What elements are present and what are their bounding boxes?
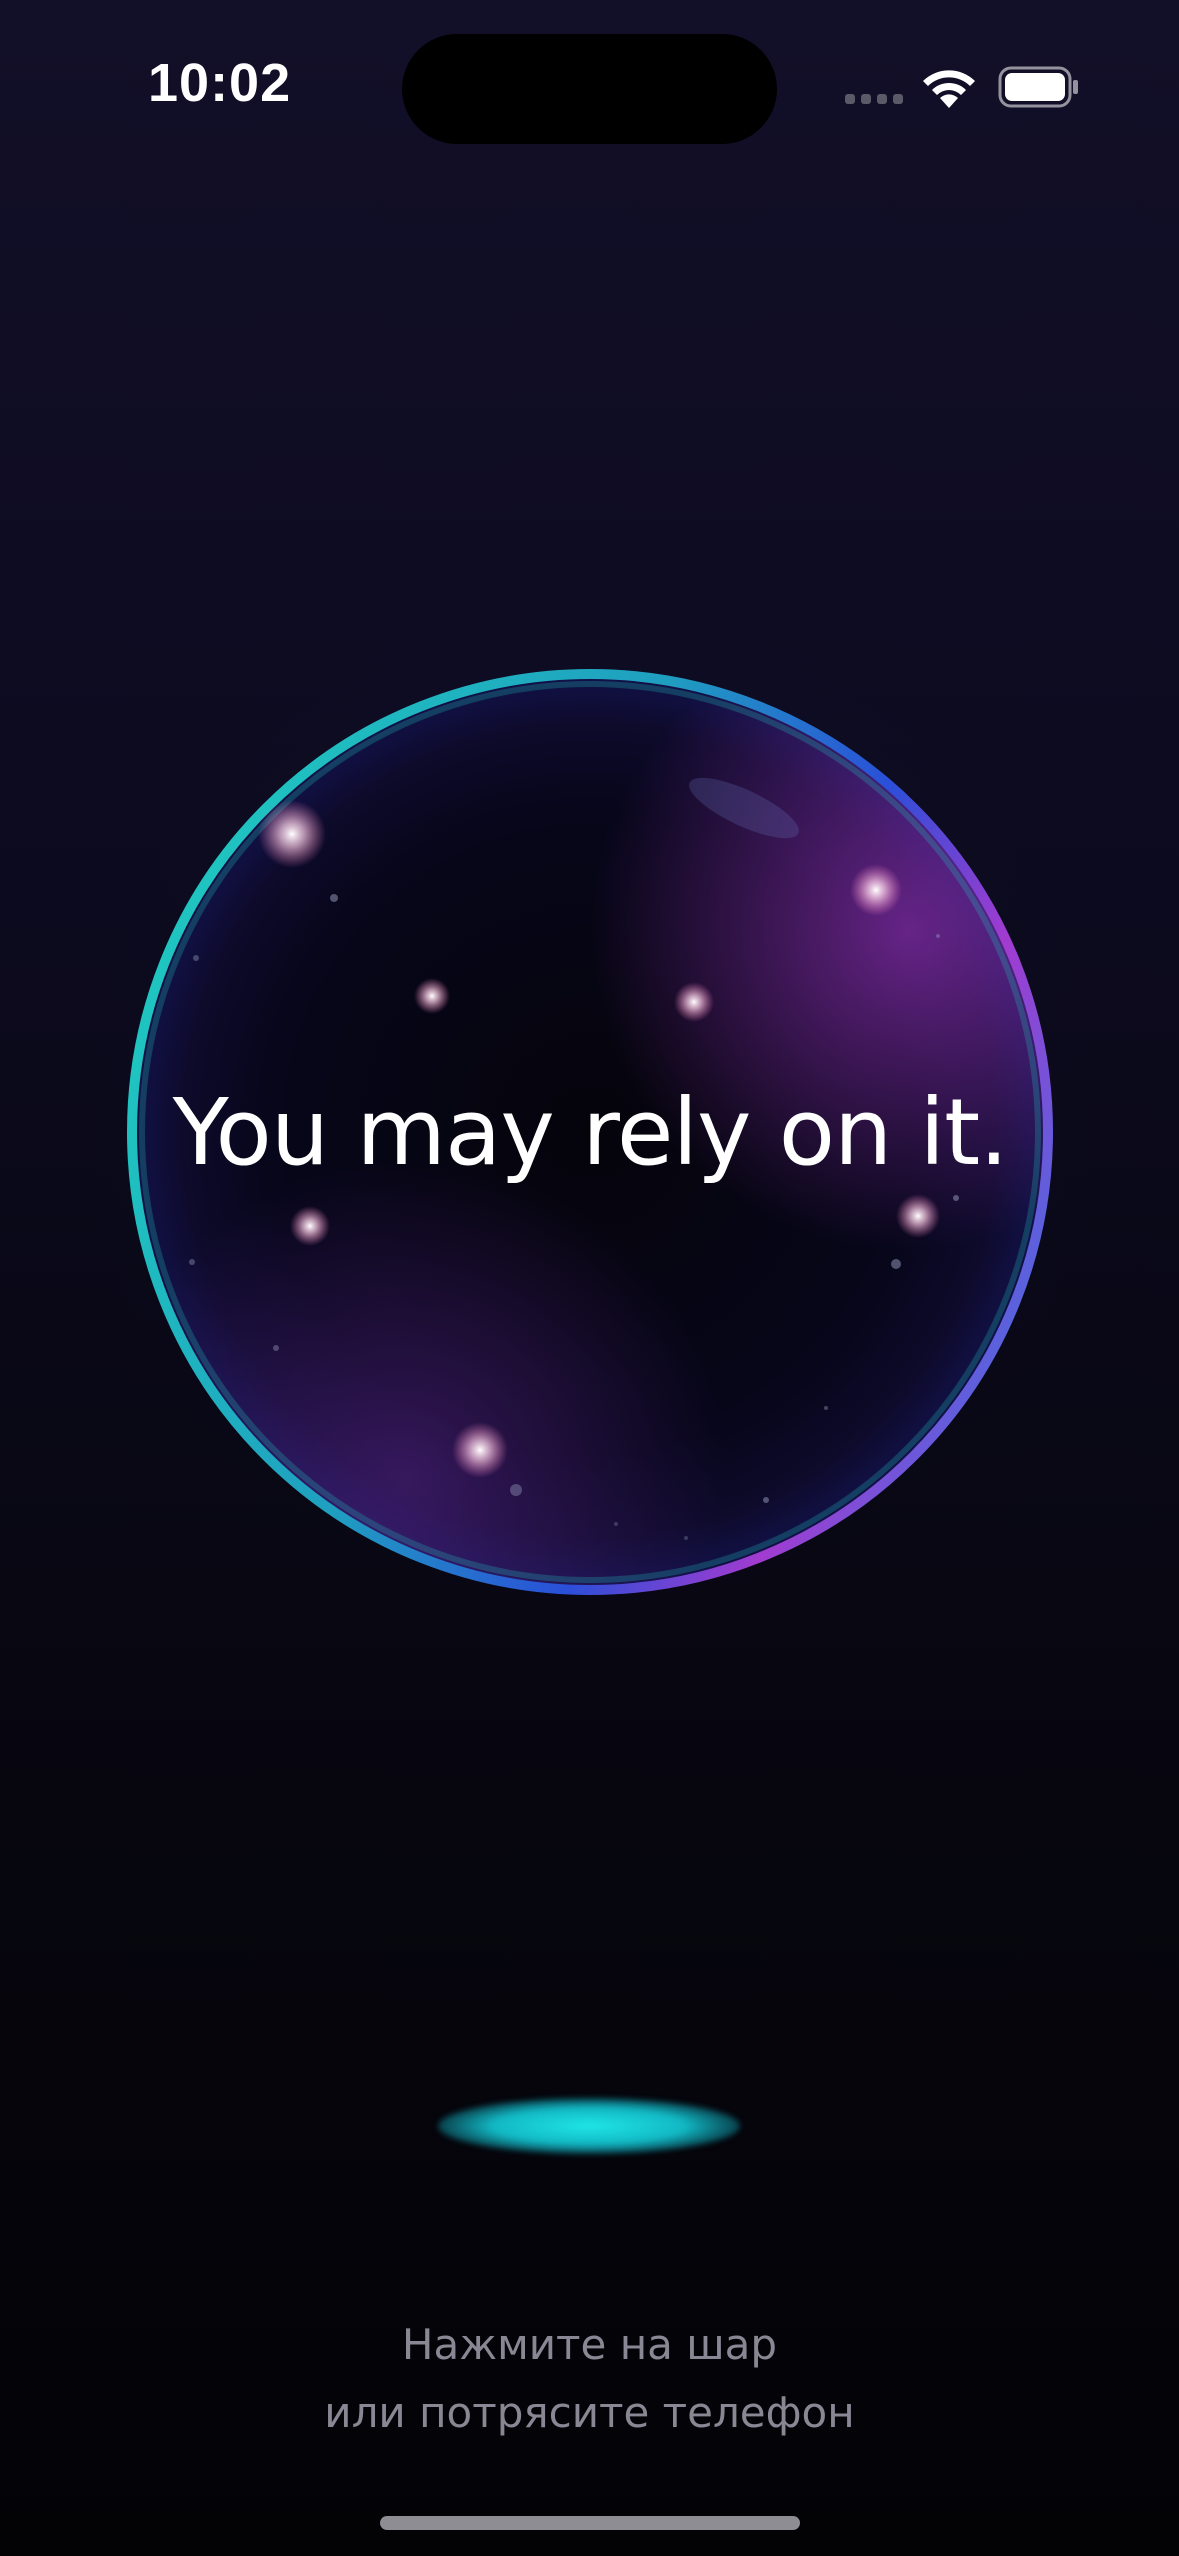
hint-line-2: или потрясите телефон	[324, 2388, 855, 2437]
home-indicator[interactable]	[380, 2516, 800, 2530]
answer-text: You may rely on it.	[172, 1078, 1009, 1186]
status-bar: 10:02	[0, 0, 1179, 180]
orb-shadow-glow	[438, 2098, 740, 2154]
cellular-signal-icon	[845, 94, 903, 104]
status-time: 10:02	[148, 53, 292, 113]
dynamic-island	[402, 34, 777, 144]
battery-icon	[998, 66, 1078, 108]
hint-line-1: Нажмите на шар	[401, 2320, 778, 2369]
magic-orb[interactable]: You may rely on it.	[126, 668, 1054, 1596]
wifi-icon	[923, 70, 975, 108]
